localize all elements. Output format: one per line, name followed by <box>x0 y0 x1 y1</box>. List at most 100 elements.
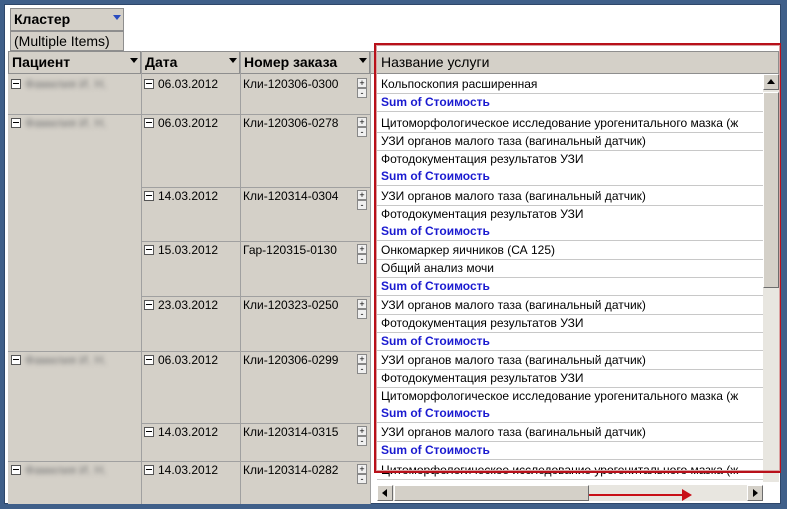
patient-row[interactable]: Фамилия И. Н. <box>8 462 141 480</box>
date-value: 15.03.2012 <box>158 243 219 257</box>
service-row[interactable]: Цитоморфологическое исследование урогени… <box>377 388 763 406</box>
scroll-left-button[interactable] <box>377 485 393 501</box>
date-value: 06.03.2012 <box>158 353 219 367</box>
subtotal-row[interactable]: Sum of Стоимость <box>377 278 763 296</box>
chevron-down-icon[interactable] <box>130 58 138 63</box>
collapse-icon[interactable] <box>144 427 154 437</box>
subtotal-row[interactable]: Sum of Стоимость <box>377 333 763 351</box>
expand-collapse-button[interactable]: + - <box>356 426 368 446</box>
horizontal-scroll-thumb[interactable] <box>394 485 589 501</box>
order-number[interactable]: Кли-120306-0278 <box>240 115 355 133</box>
service-row[interactable]: Цитоморфологическое исследование урогени… <box>377 115 763 133</box>
expand-collapse-button[interactable]: + - <box>356 190 368 210</box>
order-number[interactable]: Гар-120315-0130 <box>240 242 355 260</box>
subtotal-row[interactable]: Sum of Стоимость <box>377 168 763 186</box>
service-row[interactable]: Онкомаркер яичников (СА 125) <box>377 242 763 260</box>
patient-row[interactable]: Фамилия И. Н. <box>8 76 141 94</box>
date-row[interactable]: 06.03.2012 <box>141 115 240 133</box>
subtotal-row[interactable]: Sum of Стоимость <box>377 223 763 241</box>
collapse-icon[interactable] <box>144 355 154 365</box>
column-header-date[interactable]: Дата <box>141 51 240 74</box>
column-header-patient[interactable]: Пациент <box>8 51 141 74</box>
arrow-left-icon <box>382 489 387 497</box>
grid-line <box>8 351 370 352</box>
expand-collapse-button[interactable]: + - <box>356 299 368 319</box>
service-row[interactable]: Кольпоскопия расширенная <box>377 76 763 94</box>
order-number[interactable]: Кли-120323-0250 <box>240 297 355 315</box>
order-number[interactable]: Кли-120306-0300 <box>240 76 355 94</box>
order-number[interactable]: Кли-120314-0315 <box>240 424 355 442</box>
date-row[interactable]: 06.03.2012 <box>141 352 240 370</box>
date-row[interactable]: 14.03.2012 <box>141 188 240 206</box>
service-row[interactable]: Общий анализ мочи <box>377 260 763 278</box>
expand-collapse-button[interactable]: + - <box>356 244 368 264</box>
column-header-service[interactable]: Название услуги <box>370 51 779 74</box>
service-row[interactable]: Фотодокументация результатов УЗИ <box>377 151 763 169</box>
chevron-down-icon[interactable] <box>359 58 367 63</box>
service-row[interactable]: УЗИ органов малого таза (вагинальный дат… <box>377 424 763 442</box>
date-value: 06.03.2012 <box>158 116 219 130</box>
column-header-order[interactable]: Номер заказа <box>240 51 370 74</box>
red-arrow-icon <box>589 489 692 501</box>
date-row[interactable]: 14.03.2012 <box>141 462 240 480</box>
collapse-icon[interactable] <box>144 245 154 255</box>
expand-collapse-button[interactable]: + - <box>356 464 368 484</box>
patient-row[interactable]: Фамилия И. Н. <box>8 115 141 133</box>
order-number[interactable]: Кли-120306-0299 <box>240 352 355 370</box>
filter-field-cluster[interactable]: Кластер <box>10 8 124 31</box>
scroll-right-button[interactable] <box>747 485 763 501</box>
collapse-icon[interactable] <box>144 118 154 128</box>
filter-dropdown-icon[interactable] <box>113 15 121 20</box>
expand-collapse-button[interactable]: + - <box>356 354 368 374</box>
collapse-icon[interactable] <box>144 191 154 201</box>
grid-line <box>8 461 370 462</box>
column-label-patient: Пациент <box>12 54 71 70</box>
grid-line <box>141 296 370 297</box>
collapse-icon[interactable] <box>144 465 154 475</box>
filter-label: Кластер <box>14 11 71 27</box>
order-number[interactable]: Кли-120314-0282 <box>240 462 355 480</box>
scroll-up-button[interactable] <box>763 74 779 90</box>
collapse-icon[interactable] <box>144 300 154 310</box>
subtotal-row[interactable]: Sum of Стоимость <box>377 442 763 460</box>
collapse-icon[interactable] <box>11 355 21 365</box>
vertical-scrollbar[interactable] <box>763 74 779 482</box>
subtotal-row[interactable]: Sum of Стоимость <box>377 94 763 112</box>
service-row[interactable]: УЗИ органов малого таза (вагинальный дат… <box>377 352 763 370</box>
collapse-icon[interactable] <box>11 465 21 475</box>
column-label-order: Номер заказа <box>244 54 338 70</box>
service-row[interactable]: Цитоморфологическое исследование урогени… <box>377 462 763 480</box>
service-row[interactable]: УЗИ органов малого таза (вагинальный дат… <box>377 133 763 151</box>
service-row[interactable]: Фотодокументация результатов УЗИ <box>377 315 763 333</box>
grid-line <box>141 241 370 242</box>
patient-name: Фамилия И. Н. <box>25 353 107 367</box>
order-number[interactable]: Кли-120314-0304 <box>240 188 355 206</box>
filter-value[interactable]: (Multiple Items) <box>10 31 124 51</box>
column-label-date: Дата <box>145 54 178 70</box>
date-value: 23.03.2012 <box>158 298 219 312</box>
expand-collapse-button[interactable]: + - <box>356 78 368 98</box>
collapse-icon[interactable] <box>144 79 154 89</box>
chevron-down-icon[interactable] <box>229 58 237 63</box>
date-row[interactable]: 14.03.2012 <box>141 424 240 442</box>
collapse-icon[interactable] <box>11 79 21 89</box>
service-row[interactable]: УЗИ органов малого таза (вагинальный дат… <box>377 297 763 315</box>
grid-line <box>141 187 370 188</box>
collapse-icon[interactable] <box>11 118 21 128</box>
date-row[interactable]: 06.03.2012 <box>141 76 240 94</box>
subtotal-row[interactable]: Sum of Стоимость <box>377 405 763 423</box>
patient-name: Фамилия И. Н. <box>25 77 107 91</box>
date-value: 14.03.2012 <box>158 463 219 477</box>
date-row[interactable]: 23.03.2012 <box>141 297 240 315</box>
vertical-scroll-thumb[interactable] <box>763 92 779 288</box>
date-row[interactable]: 15.03.2012 <box>141 242 240 260</box>
horizontal-scrollbar[interactable] <box>377 485 763 501</box>
service-row[interactable]: Фотодокументация результатов УЗИ <box>377 206 763 224</box>
service-row[interactable]: УЗИ органов малого таза (вагинальный дат… <box>377 188 763 206</box>
service-row[interactable]: Фотодокументация результатов УЗИ <box>377 370 763 388</box>
arrow-up-icon <box>767 79 775 84</box>
date-value: 14.03.2012 <box>158 425 219 439</box>
expand-collapse-button[interactable]: + - <box>356 117 368 137</box>
grid-line <box>370 51 371 504</box>
patient-row[interactable]: Фамилия И. Н. <box>8 352 141 370</box>
